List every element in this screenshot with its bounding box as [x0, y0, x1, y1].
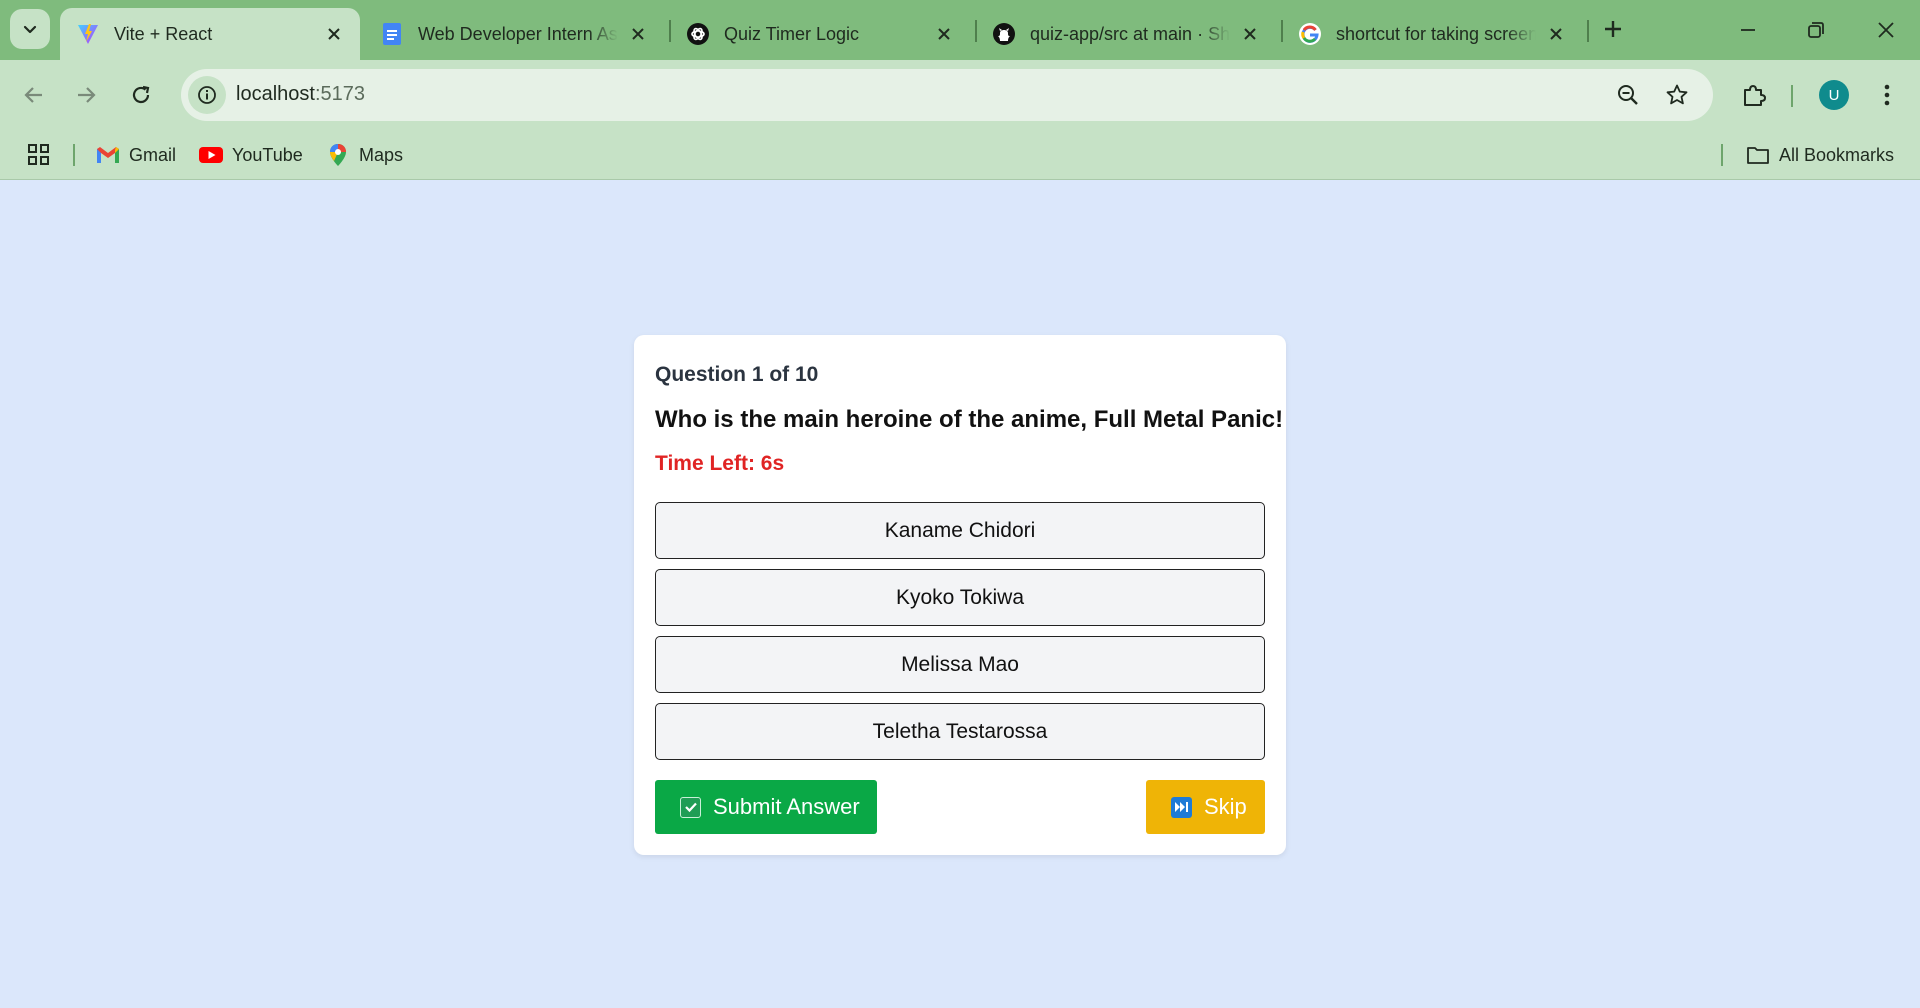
bookmark-separator: [73, 144, 75, 166]
submit-answer-button[interactable]: Submit Answer: [655, 780, 877, 834]
close-icon[interactable]: [322, 22, 346, 46]
forward-button[interactable]: [64, 73, 108, 117]
answer-option[interactable]: Teletha Testarossa: [655, 703, 1265, 760]
fast-forward-icon: [1171, 796, 1192, 818]
google-icon: [1298, 22, 1322, 46]
skip-button[interactable]: Skip: [1146, 780, 1265, 834]
arrow-right-icon: [78, 87, 96, 103]
tab-title: quiz-app/src at main · Sh: [1030, 23, 1230, 44]
kebab-menu-icon: [1884, 84, 1890, 106]
toolbar-divider: [1791, 85, 1793, 107]
close-icon[interactable]: [626, 22, 650, 46]
close-window-button[interactable]: [1866, 10, 1906, 50]
tab-strip: Vite + React Web Developer Intern Assign…: [0, 0, 1920, 60]
bookmark-label: YouTube: [232, 144, 303, 165]
chatgpt-icon: [686, 22, 710, 46]
tab-separator: [1587, 20, 1589, 42]
all-bookmarks-label: All Bookmarks: [1779, 144, 1895, 165]
address-bar[interactable]: localhost:5173: [181, 69, 1713, 121]
url-port: :5173: [314, 83, 365, 105]
gmail-icon: [96, 144, 120, 166]
site-info-button[interactable]: [188, 76, 226, 114]
answer-option[interactable]: Kaname Chidori: [655, 502, 1265, 559]
puzzle-icon: [1744, 85, 1766, 106]
bookmark-label: Gmail: [129, 144, 177, 165]
all-bookmarks-button[interactable]: All Bookmarks: [1746, 141, 1894, 169]
bookmark-youtube[interactable]: YouTube: [199, 141, 303, 169]
tab-github-quiz-app[interactable]: quiz-app/src at main · Sh: [976, 8, 1276, 60]
youtube-icon: [199, 144, 223, 166]
skip-label: Skip: [1204, 794, 1247, 819]
zoom-icon[interactable]: [1614, 81, 1642, 109]
menu-button[interactable]: [1870, 78, 1904, 112]
quiz-card: Question 1 of 10 Who is the main heroine…: [634, 335, 1286, 855]
url-text[interactable]: localhost:5173: [236, 83, 365, 106]
close-icon: [1878, 22, 1894, 38]
tab-title: shortcut for taking screenshot: [1336, 23, 1536, 44]
bookmarks-bar: Gmail YouTube Maps All Bookmarks: [0, 130, 1920, 180]
answer-option[interactable]: Kyoko Tokiwa: [655, 569, 1265, 626]
tab-title: Web Developer Intern Assignment: [418, 23, 618, 44]
vite-icon: [76, 22, 100, 46]
extensions-button[interactable]: [1737, 78, 1771, 112]
info-icon: [198, 86, 216, 104]
profile-avatar[interactable]: U: [1819, 80, 1849, 110]
maps-icon: [326, 144, 350, 166]
reload-button[interactable]: [119, 73, 163, 117]
google-docs-icon: [380, 22, 404, 46]
answer-option[interactable]: Melissa Mao: [655, 636, 1265, 693]
folder-icon: [1746, 144, 1770, 166]
close-icon[interactable]: [1544, 22, 1568, 46]
bookmark-gmail[interactable]: Gmail: [96, 141, 176, 169]
plus-icon: [1605, 21, 1621, 37]
tab-web-developer-intern[interactable]: Web Developer Intern Assignment: [364, 8, 664, 60]
tab-vite-react[interactable]: Vite + React: [60, 8, 360, 60]
bookmark-label: Maps: [359, 144, 404, 165]
timer-text: Time Left: 6s: [655, 452, 785, 475]
bookmark-maps[interactable]: Maps: [326, 141, 403, 169]
bookmark-separator: [1721, 144, 1723, 166]
close-icon[interactable]: [932, 22, 956, 46]
tab-search-button[interactable]: [10, 9, 50, 49]
chevron-down-icon: [23, 25, 37, 34]
arrow-left-icon: [24, 87, 42, 103]
tab-title: Vite + React: [114, 23, 213, 44]
question-text: Who is the main heroine of the anime, Fu…: [655, 406, 1284, 433]
github-icon: [992, 22, 1016, 46]
tab-title: Quiz Timer Logic: [724, 23, 860, 44]
restore-icon: [1808, 22, 1824, 38]
reload-icon: [132, 85, 150, 104]
new-tab-button[interactable]: [1598, 14, 1628, 44]
question-counter: Question 1 of 10: [655, 363, 819, 386]
browser-toolbar: localhost:5173 U: [0, 60, 1920, 130]
minimize-button[interactable]: [1728, 10, 1768, 50]
check-icon: [680, 796, 701, 818]
back-button[interactable]: [12, 73, 56, 117]
tab-shortcut-screenshot[interactable]: shortcut for taking screenshot: [1282, 8, 1582, 60]
submit-answer-label: Submit Answer: [713, 794, 860, 819]
bookmark-star-icon[interactable]: [1663, 81, 1691, 109]
restore-button[interactable]: [1796, 10, 1836, 50]
minimize-icon: [1741, 29, 1755, 31]
url-host: localhost: [236, 83, 315, 105]
close-icon[interactable]: [1238, 22, 1262, 46]
apps-grid-icon[interactable]: [26, 142, 52, 168]
tab-quiz-timer-logic[interactable]: Quiz Timer Logic: [670, 8, 970, 60]
